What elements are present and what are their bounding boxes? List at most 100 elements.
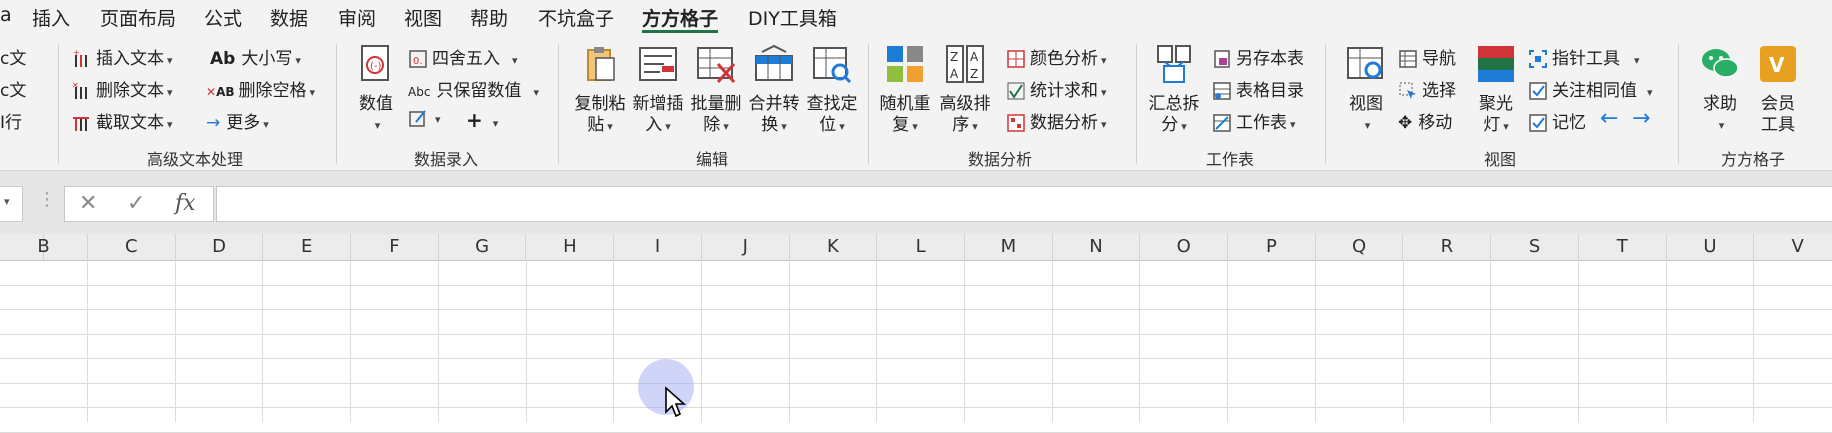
merge-convert-button[interactable]: 合并转换 ▾ [746,44,802,137]
member-tools-button[interactable]: V 会员 工具 [1750,44,1806,136]
partial-item-1[interactable]: c文 [0,44,26,69]
redo-arrow-icon[interactable]: → [1632,106,1650,131]
partial-item-2[interactable]: c文 [0,76,26,101]
random-repeat-button[interactable]: 随机重复 ▾ [876,44,934,137]
ribbon: c文 c文 I行 + 插入文本 ▾ ✕ 删除文本 ▾ 截取文本 ▾ Ab 大小写 ▾ ✕AB 删… [0,34,1832,171]
extract-text-button[interactable]: 截取文本 ▾ [72,108,173,133]
summary-split-button[interactable]: 汇总拆分 ▾ [1144,44,1204,137]
random-icon [887,46,923,82]
column-header-r[interactable]: R [1404,234,1492,260]
column-header-k[interactable]: K [790,234,878,260]
color-analysis-button[interactable]: 颜色分析 ▾ [1006,44,1107,69]
confirm-icon[interactable]: ✓ [127,191,145,216]
entry-tool-button[interactable]: ▾ [408,108,441,128]
group-separator [1136,44,1137,164]
tab-page-layout[interactable]: 页面布局 [100,4,176,31]
tab-review[interactable]: 审阅 [338,4,376,31]
select-button[interactable]: 选择 [1398,76,1456,101]
column-header-m[interactable]: M [965,234,1053,260]
advanced-sort-button[interactable]: ZAAZ 高级排序 ▾ [936,44,994,137]
find-locate-button[interactable]: 查找定位 ▾ [804,44,860,137]
grid-row-line [0,407,1832,408]
column-header-t[interactable]: T [1579,234,1667,260]
column-header-c[interactable]: C [88,234,176,260]
tab-diy-toolbox[interactable]: DIY工具箱 [748,4,837,31]
cell-grid[interactable] [0,260,1832,433]
view-button[interactable]: 视图 ▾ [1340,44,1392,136]
column-header-q[interactable]: Q [1316,234,1404,260]
delete-text-button[interactable]: ✕ 删除文本 ▾ [72,76,173,101]
column-header-p[interactable]: P [1228,234,1316,260]
group-label-worksheet: 工作表 [1205,150,1255,169]
keep-value-button[interactable]: Abc 只保留数值 ▾ [408,76,539,101]
group-label-view: 视图 [1483,150,1517,169]
stat-sum-button[interactable]: 统计求和 ▾ [1006,76,1107,101]
partial-item-3[interactable]: I行 [0,108,22,133]
nav-button[interactable]: 导航 [1398,44,1456,69]
tab-fangfang-gezi[interactable]: 方方格子 [642,4,718,31]
insert-new-button[interactable]: 新增插入 ▾ [630,44,686,137]
table-catalog-icon [1213,82,1231,100]
table-catalog-button[interactable]: 表格目录 [1212,76,1304,101]
delete-text-icon: ✕ [72,81,87,99]
column-header-e[interactable]: E [263,234,352,260]
help-button[interactable]: 求助 ▾ [1692,44,1748,136]
value-button[interactable]: (-) 数值 ▾ [350,44,402,136]
arrow-right-icon: → [206,113,221,133]
column-header-j[interactable]: J [702,234,790,260]
name-box[interactable]: ▾ [0,186,23,222]
delete-space-button[interactable]: ✕AB 删除空格 ▾ [206,76,315,101]
merge-convert-icon [755,44,793,81]
column-header-h[interactable]: H [527,234,615,260]
column-header-u[interactable]: U [1667,234,1755,260]
data-analysis-button[interactable]: 数据分析 ▾ [1006,108,1107,133]
svg-text:✕: ✕ [72,81,79,90]
tab-fragment[interactable]: a [0,4,12,26]
active-tab-indicator [642,30,718,33]
tab-insert[interactable]: 插入 [32,4,70,31]
tab-bukeng-box[interactable]: 不坑盒子 [538,4,614,31]
worksheet-button[interactable]: 工作表 ▾ [1212,108,1296,133]
tab-view[interactable]: 视图 [404,4,442,31]
focus-same-value-button[interactable]: 关注相同值 ▾ [1528,76,1653,101]
insert-text-button[interactable]: + 插入文本 ▾ [72,44,173,69]
tab-help[interactable]: 帮助 [470,4,508,31]
save-sheet-button[interactable]: 另存本表 [1212,44,1304,69]
column-header-f[interactable]: F [351,234,439,260]
move-button[interactable]: ✥ 移动 [1398,108,1452,133]
drag-handle-icon[interactable]: ⋮ [38,189,56,210]
case-button[interactable]: Ab 大小写 ▾ [210,44,301,69]
column-header-v[interactable]: V [1754,234,1832,260]
formula-bar: ▾ ⋮ ✕ ✓ fx [0,171,1832,234]
column-header-d[interactable]: D [176,234,264,260]
formula-input[interactable] [216,186,1832,222]
column-header-i[interactable]: I [614,234,702,260]
copy-paste-button[interactable]: 复制粘贴 ▾ [572,44,628,137]
round-button[interactable]: 0. 四舍五入 ▾ [408,44,518,69]
extract-text-icon [73,117,89,131]
more-button[interactable]: → 更多 ▾ [206,108,269,133]
column-header-l[interactable]: L [877,234,965,260]
batch-delete-button[interactable]: 批量删除 ▾ [688,44,744,137]
data-analysis-icon [1007,114,1025,132]
group-label-data-analysis: 数据分析 [967,150,1033,169]
nav-icon [1399,50,1417,68]
abc-icon: Abc [408,85,431,99]
spotlight-button[interactable]: 聚光灯 ▾ [1470,44,1522,137]
chevron-down-icon[interactable]: ▾ [4,195,10,208]
column-header-s[interactable]: S [1491,234,1579,260]
column-header-b[interactable]: B [0,234,88,260]
undo-arrow-icon[interactable]: ← [1600,106,1618,131]
insert-function-icon[interactable]: fx [175,191,196,216]
chevron-down-icon: ▾ [1718,119,1725,132]
cancel-icon[interactable]: ✕ [79,191,97,216]
pointer-tool-button[interactable]: 指针工具 ▾ [1528,44,1640,69]
tab-formulas[interactable]: 公式 [204,4,242,31]
column-header-o[interactable]: O [1140,234,1229,260]
column-header-n[interactable]: N [1053,234,1141,260]
column-header-g[interactable]: G [439,234,527,260]
plus-button[interactable]: + ▾ [466,108,498,132]
memory-button[interactable]: 记忆 [1528,108,1586,133]
tab-data[interactable]: 数据 [270,4,308,31]
case-icon: Ab [210,49,236,69]
